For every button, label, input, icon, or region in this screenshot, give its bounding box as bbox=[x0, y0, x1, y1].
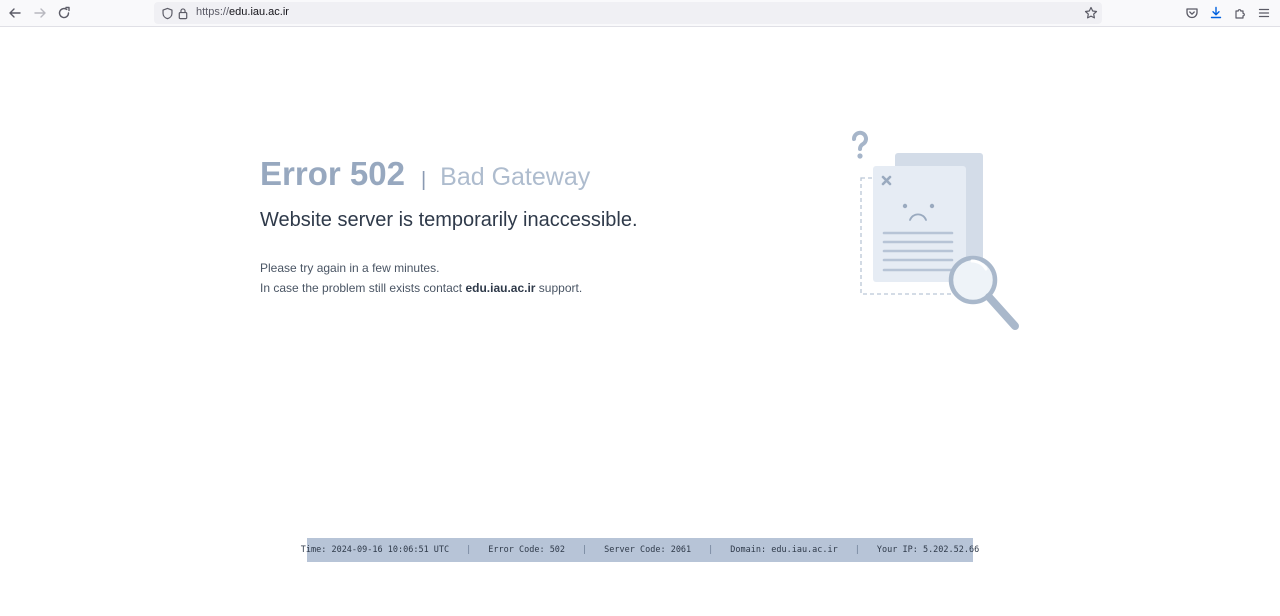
info-ip: Your IP: 5.202.52.66 bbox=[876, 545, 980, 555]
diagnostic-info-bar: Time: 2024-09-16 10:06:51 UTC | Error Co… bbox=[301, 538, 979, 562]
info-domain: Domain: edu.iau.ac.ir bbox=[730, 545, 838, 555]
info-server-code: Server Code: 2061 bbox=[604, 545, 692, 555]
hamburger-menu-icon bbox=[1258, 8, 1270, 18]
url-host: edu.iau.ac.ir bbox=[229, 6, 289, 18]
error-title-row: Error 502 | Bad Gateway bbox=[260, 155, 780, 203]
bookmark-button[interactable] bbox=[1080, 3, 1102, 23]
site-info-button[interactable] bbox=[172, 3, 194, 23]
magnifier-icon bbox=[948, 255, 1019, 330]
error-name: Bad Gateway bbox=[440, 163, 591, 191]
download-icon bbox=[1210, 6, 1222, 19]
back-button[interactable] bbox=[4, 3, 26, 23]
info-error-code: Error Code: 502 bbox=[488, 545, 566, 555]
error-code-heading: Error 502 bbox=[260, 155, 405, 192]
reload-button[interactable] bbox=[53, 3, 75, 23]
lock-icon bbox=[178, 7, 188, 19]
downloads-button[interactable] bbox=[1205, 3, 1227, 23]
info-time: Time: 2024-09-16 10:06:51 UTC bbox=[300, 545, 450, 555]
app-menu-button[interactable] bbox=[1253, 3, 1275, 23]
contact-suffix: support. bbox=[535, 281, 583, 295]
contact-domain: edu.iau.ac.ir bbox=[465, 281, 536, 295]
address-bar[interactable]: https://edu.iau.ac.ir bbox=[154, 2, 1102, 24]
question-mark-icon bbox=[852, 130, 868, 159]
puzzle-icon bbox=[1235, 9, 1245, 19]
error-headline: Website server is temporarily inaccessib… bbox=[260, 209, 638, 231]
error-content: Error 502 | Bad Gateway Website server i… bbox=[260, 155, 780, 298]
pocket-icon bbox=[1186, 8, 1198, 19]
extensions-button[interactable] bbox=[1229, 3, 1251, 23]
retry-message: Please try again in a few minutes. bbox=[260, 261, 440, 275]
broken-document-illustration bbox=[852, 130, 1019, 330]
url-protocol: https:// bbox=[196, 6, 230, 18]
browser-toolbar: https://edu.iau.ac.ir bbox=[0, 0, 1280, 27]
contact-message: In case the problem still exists contact… bbox=[260, 278, 780, 298]
forward-button[interactable] bbox=[29, 3, 51, 23]
url-text[interactable]: https://edu.iau.ac.ir bbox=[196, 6, 289, 18]
arrow-left-icon bbox=[9, 8, 21, 18]
front-document bbox=[873, 166, 966, 282]
error-message: Please try again in a few minutes. In ca… bbox=[260, 258, 780, 298]
pocket-button[interactable] bbox=[1181, 3, 1203, 23]
reload-icon bbox=[58, 6, 70, 19]
arrow-right-icon bbox=[34, 8, 46, 18]
star-icon bbox=[1084, 6, 1098, 19]
title-separator: | bbox=[420, 169, 427, 191]
contact-prefix: In case the problem still exists contact bbox=[260, 281, 466, 295]
